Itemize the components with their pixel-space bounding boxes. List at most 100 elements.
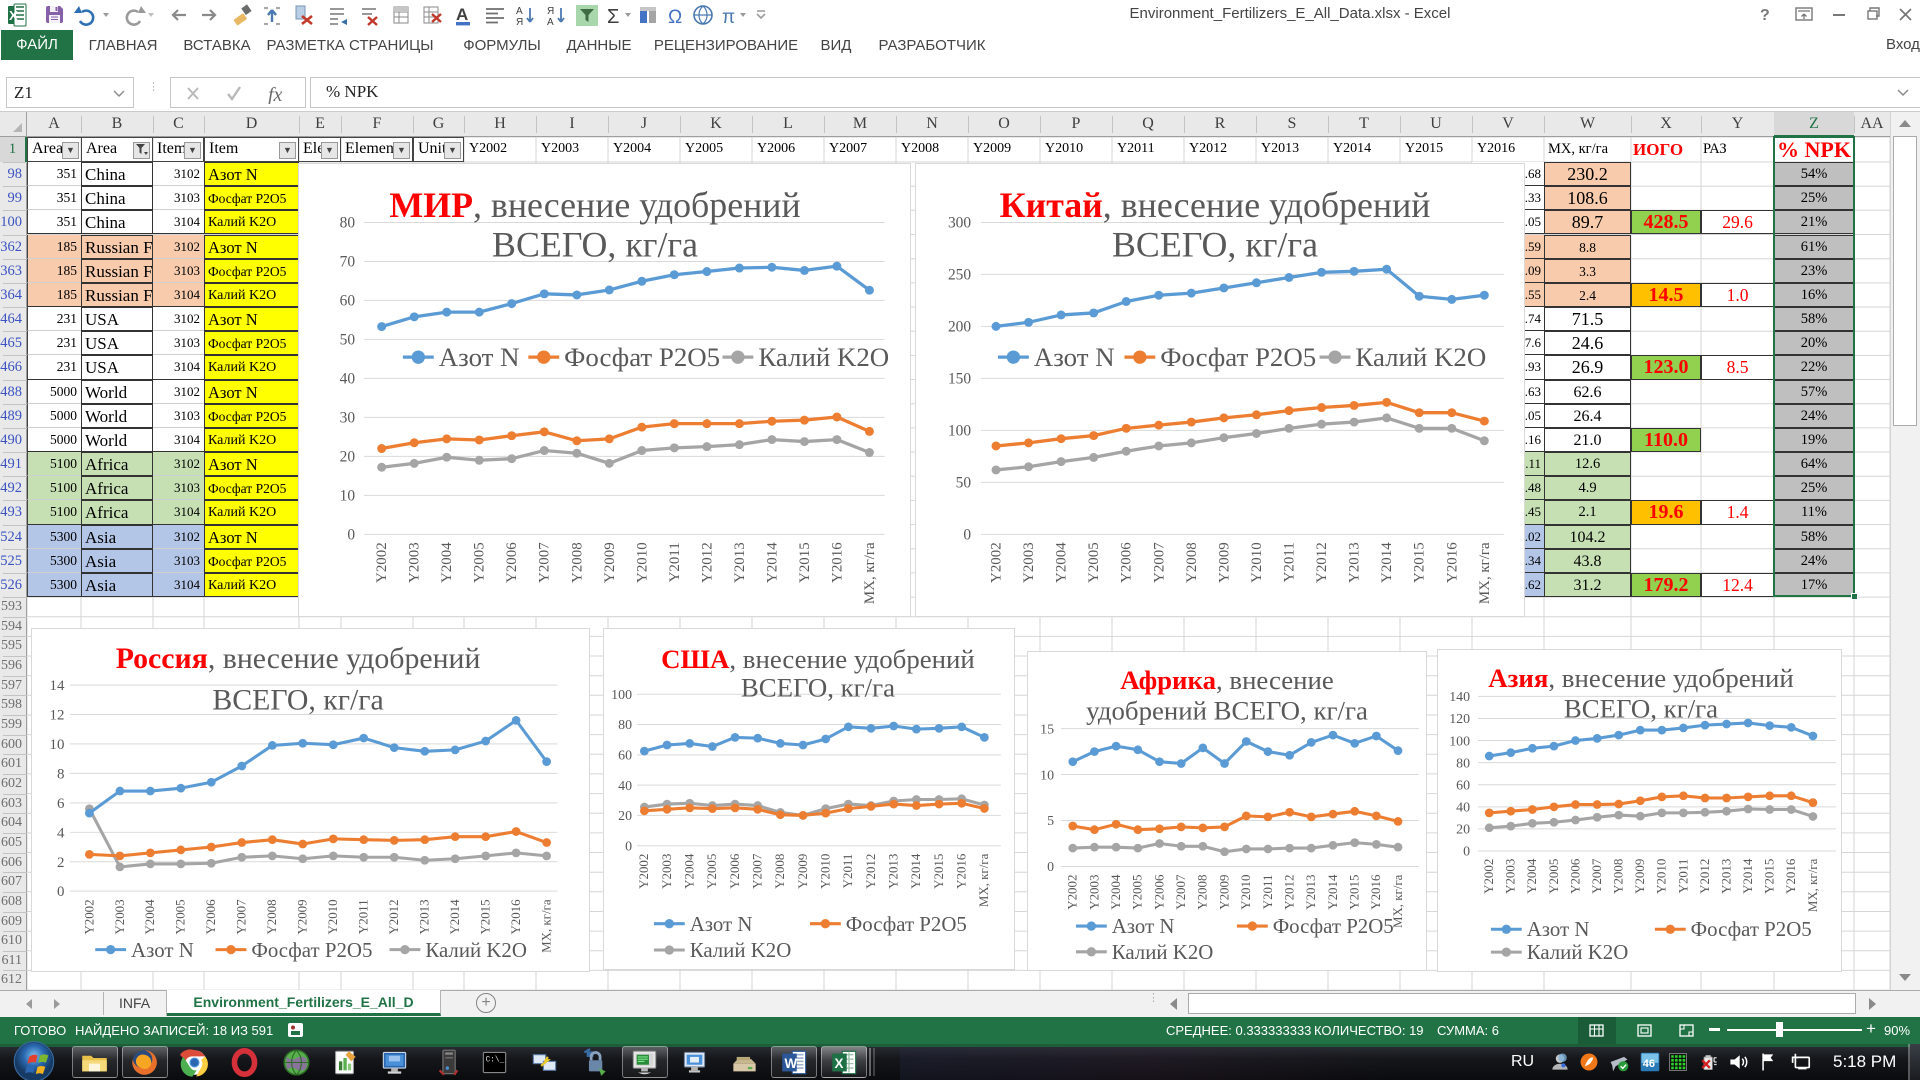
svg-text:Y2012: Y2012 — [1697, 859, 1712, 894]
svg-text:Y2002: Y2002 — [374, 542, 390, 583]
svg-text:120: 120 — [1449, 712, 1470, 727]
svg-text:США, внесение удобрений: США, внесение удобрений — [661, 644, 975, 674]
svg-text:Y2013: Y2013 — [1303, 875, 1318, 910]
svg-text:Y2011: Y2011 — [840, 854, 855, 889]
svg-text:Азот N: Азот N — [1112, 914, 1175, 938]
svg-text:ВСЕГО, кг/га: ВСЕГО, кг/га — [1112, 225, 1318, 265]
svg-text:Калий K2O: Калий K2O — [758, 342, 889, 372]
svg-text:Я: Я — [516, 17, 523, 28]
svg-text:20: 20 — [618, 809, 632, 824]
svg-text:Фосфат P2O5: Фосфат P2O5 — [1273, 914, 1394, 938]
svg-text:Y2010: Y2010 — [1654, 859, 1669, 894]
svg-text:Y2007: Y2007 — [750, 853, 765, 889]
svg-text:Y2003: Y2003 — [659, 854, 674, 889]
svg-text:Y2014: Y2014 — [1740, 858, 1755, 894]
svg-text:Калий K2O: Калий K2O — [425, 938, 527, 962]
svg-text:150: 150 — [948, 371, 971, 388]
svg-text:Y2003: Y2003 — [407, 542, 423, 583]
svg-text:Y2013: Y2013 — [732, 542, 748, 583]
svg-text:Y2015: Y2015 — [797, 542, 813, 583]
svg-text:Y2012: Y2012 — [699, 542, 715, 583]
svg-text:70: 70 — [340, 254, 356, 271]
svg-text:Y2010: Y2010 — [325, 899, 340, 934]
svg-text:60: 60 — [618, 749, 632, 764]
svg-text:40: 40 — [618, 779, 632, 794]
svg-text:0: 0 — [963, 527, 971, 544]
svg-text:20: 20 — [1456, 823, 1470, 838]
svg-text:4: 4 — [57, 825, 65, 841]
svg-text:Y2015: Y2015 — [1412, 542, 1428, 583]
svg-text:15: 15 — [1040, 722, 1054, 737]
svg-text:MX, кг/га: MX, кг/га — [976, 853, 991, 907]
svg-text:Y2016: Y2016 — [829, 542, 845, 583]
svg-text:Азия, внесение удобрений: Азия, внесение удобрений — [1488, 663, 1793, 693]
svg-text:100: 100 — [948, 423, 971, 440]
svg-text:MX, кг/га: MX, кг/га — [1477, 542, 1493, 604]
svg-text:fx: fx — [268, 84, 283, 104]
svg-text:50: 50 — [340, 332, 356, 349]
svg-text:Y2012: Y2012 — [1281, 875, 1296, 910]
svg-text:Y2006: Y2006 — [727, 853, 742, 889]
svg-text:Фосфат P2O5: Фосфат P2O5 — [564, 342, 720, 372]
svg-text:Калий K2O: Калий K2O — [1355, 342, 1486, 372]
svg-text:А: А — [547, 17, 554, 28]
svg-text:Y2008: Y2008 — [1184, 542, 1200, 583]
svg-text:Y2010: Y2010 — [634, 542, 650, 583]
svg-text:140: 140 — [1449, 690, 1470, 705]
svg-text:200: 200 — [948, 319, 971, 336]
svg-text:Калий K2O: Калий K2O — [690, 938, 792, 962]
svg-text:2: 2 — [57, 855, 64, 871]
svg-text:ВСЕГО, кг/га: ВСЕГО, кг/га — [741, 673, 895, 703]
svg-text:?: ? — [1760, 7, 1770, 24]
svg-text:6: 6 — [57, 796, 65, 812]
svg-text:Y2006: Y2006 — [1567, 858, 1582, 894]
svg-text:Y2014: Y2014 — [447, 899, 462, 935]
svg-text:40: 40 — [340, 371, 356, 388]
svg-text:Y2005: Y2005 — [1546, 859, 1561, 894]
svg-text:Y2009: Y2009 — [295, 899, 310, 934]
svg-text:C:\_: C:\_ — [486, 1056, 505, 1064]
svg-text:20: 20 — [340, 449, 356, 466]
svg-text:10: 10 — [50, 737, 65, 753]
svg-text:12: 12 — [50, 708, 65, 724]
svg-text:Китай, внесение удобрений: Китай, внесение удобрений — [1000, 185, 1431, 225]
svg-text:Y2003: Y2003 — [1503, 859, 1518, 894]
svg-text:Y2013: Y2013 — [886, 854, 901, 889]
svg-text:Y2007: Y2007 — [1151, 542, 1167, 583]
svg-text:Y2002: Y2002 — [1065, 875, 1080, 910]
svg-text:Y2009: Y2009 — [1632, 859, 1647, 894]
svg-text:А: А — [516, 6, 523, 17]
svg-text:Y2006: Y2006 — [1119, 542, 1135, 583]
svg-text:Y2009: Y2009 — [795, 854, 810, 889]
svg-text:MX, кг/га: MX, кг/га — [538, 899, 553, 953]
svg-text:A: A — [456, 5, 468, 24]
svg-text:ВСЕГО, кг/га: ВСЕГО, кг/га — [212, 684, 383, 717]
svg-text:Азот N: Азот N — [690, 912, 753, 936]
svg-text:ВСЕГО, кг/га: ВСЕГО, кг/га — [492, 225, 698, 265]
svg-text:100: 100 — [1449, 734, 1470, 749]
svg-text:Y2016: Y2016 — [1783, 858, 1798, 894]
svg-text:Y2004: Y2004 — [439, 542, 455, 583]
svg-text:Y2008: Y2008 — [772, 854, 787, 889]
svg-text:Азот N: Азот N — [131, 938, 194, 962]
svg-text:Y2005: Y2005 — [704, 854, 719, 889]
svg-text:Y2015: Y2015 — [1762, 859, 1777, 894]
svg-text:Y2004: Y2004 — [142, 899, 157, 935]
svg-text:60: 60 — [340, 293, 356, 310]
svg-text:Y2006: Y2006 — [203, 899, 218, 935]
svg-text:Y2005: Y2005 — [1130, 875, 1145, 910]
svg-text:Y2005: Y2005 — [1086, 542, 1102, 583]
svg-text:Σ: Σ — [607, 6, 619, 28]
svg-text:0: 0 — [625, 839, 632, 854]
svg-text:Y2015: Y2015 — [478, 899, 493, 934]
svg-text:Y2007: Y2007 — [537, 542, 553, 583]
svg-text:Y2002: Y2002 — [81, 899, 96, 934]
svg-text:80: 80 — [618, 718, 632, 733]
svg-text:Y2013: Y2013 — [1347, 542, 1363, 583]
svg-text:Азот N: Азот N — [1527, 917, 1590, 941]
svg-text:Y2004: Y2004 — [1054, 542, 1070, 583]
svg-text:Y2013: Y2013 — [417, 899, 432, 934]
svg-text:Y2014: Y2014 — [764, 542, 780, 583]
svg-text:Y2008: Y2008 — [264, 899, 279, 934]
svg-text:Y2009: Y2009 — [1216, 542, 1232, 583]
